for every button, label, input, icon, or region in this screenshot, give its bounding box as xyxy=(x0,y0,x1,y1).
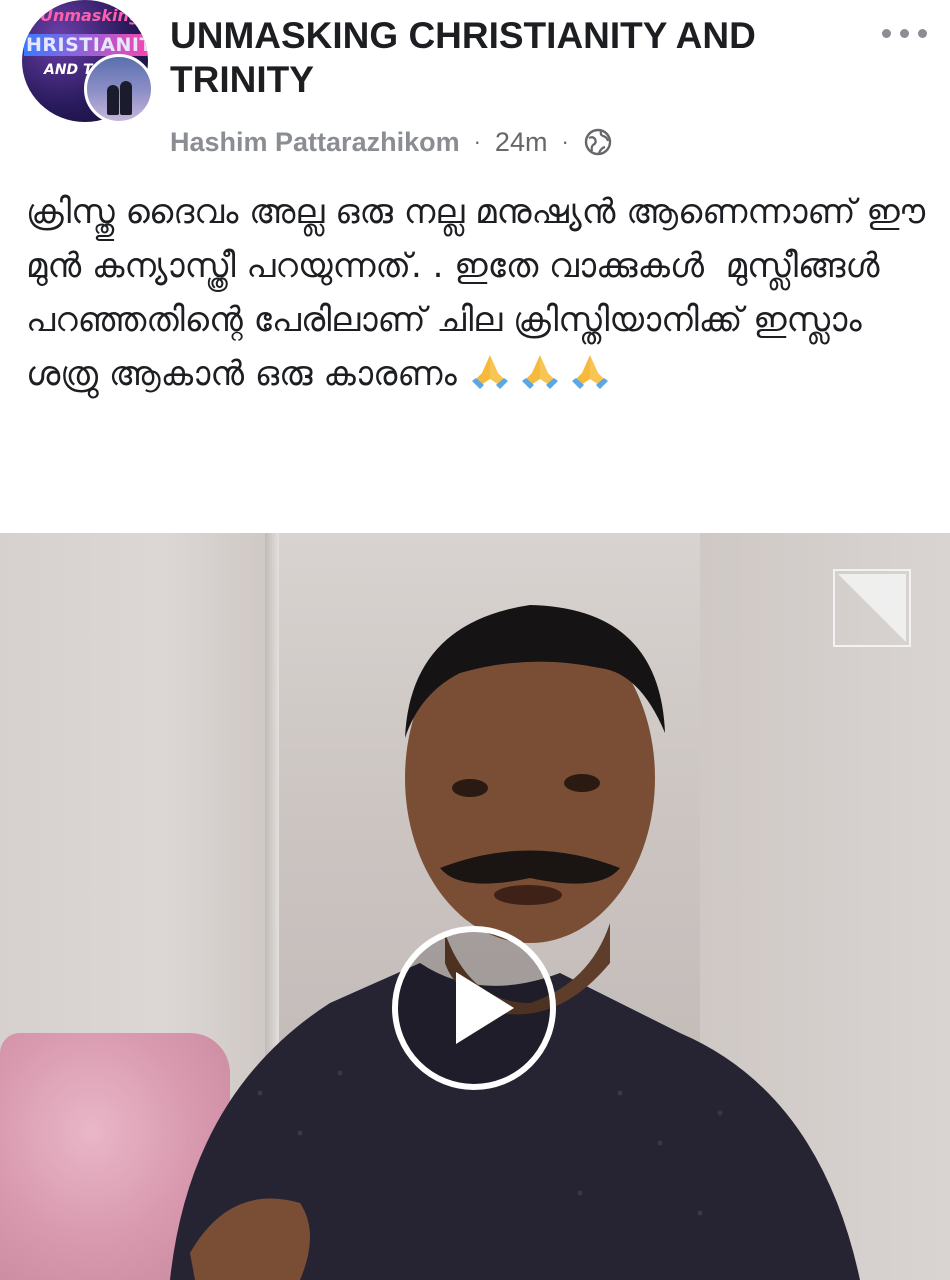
post-body-text: ക്രിസ്തു ദൈവം അല്ല ഒരു നല്ല മനുഷ്യൻ ആണെന… xyxy=(26,185,926,401)
video-player[interactable] xyxy=(0,533,950,1280)
group-avatar-brand-line2: HRISTIANIT xyxy=(24,34,148,56)
meta-separator: · xyxy=(561,129,569,154)
more-options-icon[interactable] xyxy=(880,22,930,46)
post-timestamp[interactable]: 24m xyxy=(495,127,548,158)
video-thumbnail-person xyxy=(170,605,860,1280)
avatar-figure xyxy=(107,85,119,115)
play-button[interactable] xyxy=(392,926,556,1090)
spotlight-logo-icon xyxy=(833,569,911,647)
author-name-link[interactable]: Hashim Pattarazhikom xyxy=(170,127,460,158)
avatar-figure xyxy=(120,81,132,115)
meta-separator: · xyxy=(473,129,481,154)
folded-hands-emoji-icon xyxy=(471,355,508,389)
folded-hands-emoji-icon xyxy=(571,355,608,389)
group-avatar-brand-line1: Unmasking xyxy=(40,6,141,25)
play-icon xyxy=(456,972,514,1044)
author-avatar[interactable] xyxy=(84,54,154,124)
folded-hands-emoji-icon xyxy=(521,355,558,389)
globe-icon[interactable] xyxy=(583,127,613,157)
post-meta: Hashim Pattarazhikom · 24m · xyxy=(170,122,613,162)
post-header: Unmasking HRISTIANIT AND T UNMASKING CHR… xyxy=(0,0,950,165)
group-name-link[interactable]: UNMASKING CHRISTIANITY AND TRINITY xyxy=(170,14,850,102)
